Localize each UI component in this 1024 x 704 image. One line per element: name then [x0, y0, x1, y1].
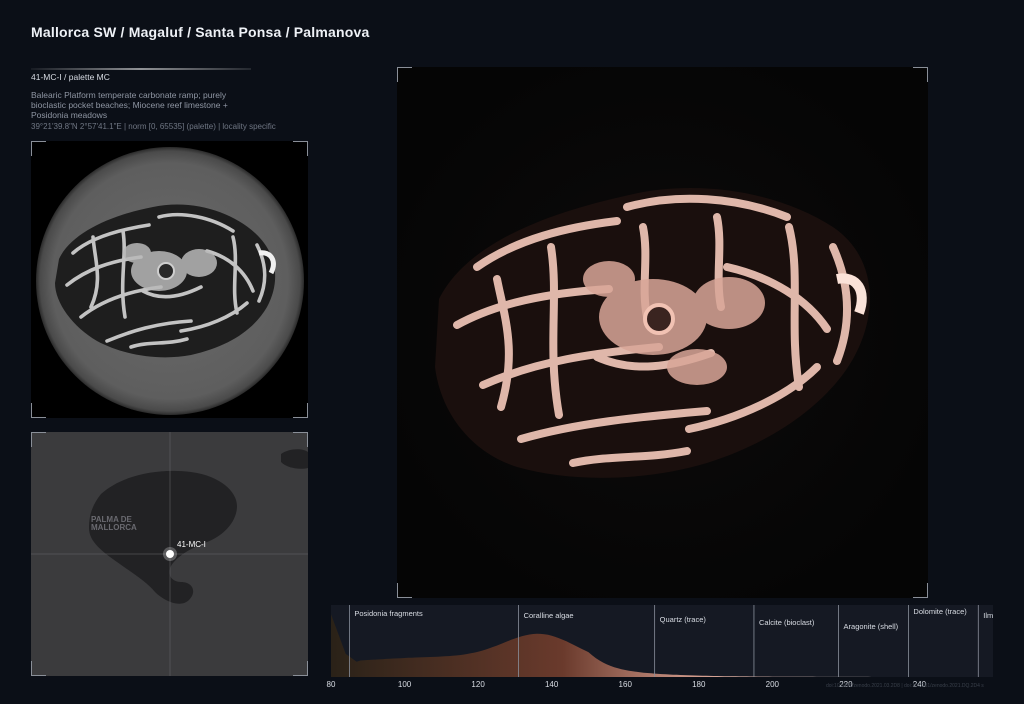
- ct-slice-palette-image: [397, 67, 928, 598]
- phase-label: Posidonia fragments: [354, 609, 423, 618]
- phase-label: Calcite (bioclast): [758, 618, 815, 627]
- sample-id-line: 41-MC-I / palette MC: [31, 72, 110, 82]
- location-map[interactable]: PALMA DE MALLORCA 41-MC-I: [31, 432, 308, 676]
- frame-corner: [293, 141, 308, 156]
- frame-corner: [31, 661, 46, 676]
- frame-corner: [293, 432, 308, 447]
- location-marker[interactable]: [166, 550, 174, 558]
- frame-corner: [31, 403, 46, 418]
- phase-label: Quartz (trace): [659, 615, 706, 624]
- ct-slice-grayscale-image: [36, 147, 304, 415]
- intensity-histogram[interactable]: Posidonia fragments Coralline algae Quartz…: [331, 605, 993, 677]
- frame-corner: [31, 432, 46, 447]
- x-tick-label: 120: [471, 680, 485, 689]
- map-place-label: MALLORCA: [91, 523, 137, 532]
- x-tick-label: 80: [326, 680, 336, 689]
- sample-coords: 39°21'39.8"N 2°57'41.1"E | norm [0, 6553…: [31, 122, 276, 131]
- frame-corner: [293, 403, 308, 418]
- x-tick-label: 200: [765, 680, 780, 689]
- frame-corner: [913, 67, 928, 82]
- x-tick-label: 100: [397, 680, 412, 689]
- x-tick-label: 160: [618, 680, 632, 689]
- doi-watermark: doi:10.5281/zenodo.2021.03.2D8 | doi:10.…: [826, 683, 984, 689]
- frame-corner: [31, 141, 46, 156]
- header-divider: [31, 68, 251, 70]
- ct-slice-grayscale[interactable]: [31, 141, 308, 418]
- x-tick-label: 180: [692, 680, 706, 689]
- x-tick-label: 140: [544, 680, 559, 689]
- sample-description: Balearic Platform temperate carbonate ra…: [31, 90, 228, 120]
- ct-slice-palette[interactable]: [397, 67, 928, 598]
- frame-corner: [913, 583, 928, 598]
- page-title: Mallorca SW / Magaluf / Santa Ponsa / Pa…: [31, 24, 370, 40]
- phase-label: Dolomite (trace): [913, 607, 967, 616]
- frame-corner: [397, 583, 412, 598]
- frame-corner: [397, 67, 412, 82]
- map-marker-label: 41-MC-I: [177, 540, 206, 549]
- phase-label: Ilmenite: [983, 611, 993, 620]
- phase-label: Coralline algae: [523, 611, 574, 620]
- frame-corner: [293, 661, 308, 676]
- phase-label: Aragonite (shell): [843, 622, 899, 631]
